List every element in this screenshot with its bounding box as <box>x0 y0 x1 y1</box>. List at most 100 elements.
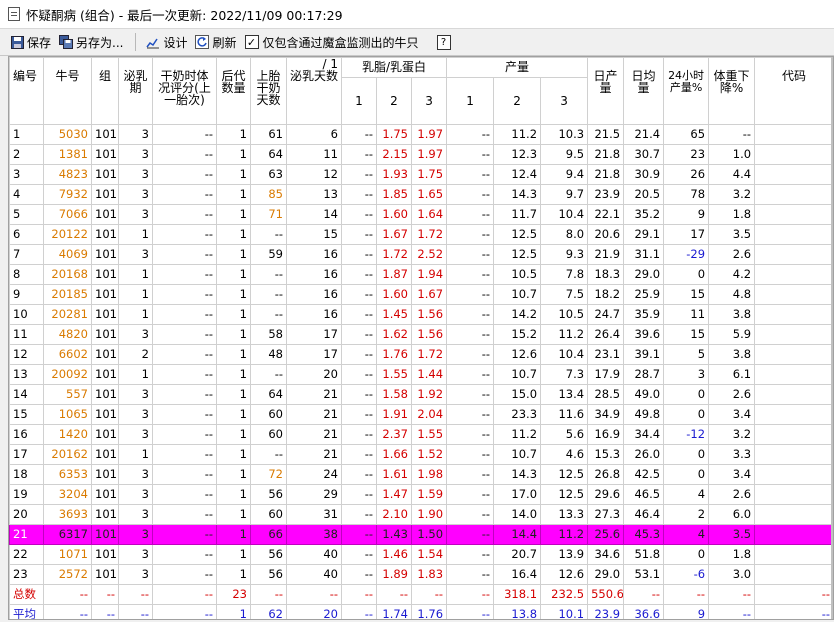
cell-code <box>754 184 833 205</box>
col-header-fp-1[interactable]: 1 <box>341 76 377 126</box>
cell-dry-days: 72 <box>250 464 287 485</box>
design-button[interactable]: 设计 <box>146 34 187 51</box>
table-row[interactable]: 8 20168 101 1 -- 1 -- 16 -- 1.87 1.94 -- 10.5 7.8 18.3… <box>9 264 833 285</box>
cell-yield24: 0 <box>663 384 710 405</box>
col-header-id[interactable]: 编号 <box>9 57 44 125</box>
save-button[interactable]: 保存 <box>10 34 51 51</box>
col-header-offspring[interactable]: 后代数量 <box>216 57 251 125</box>
cell-daily-yield: 34.9 <box>587 404 625 425</box>
cell-dim: 11 <box>286 144 342 165</box>
table-row[interactable]: 2 1381 101 3 -- 1 64 11 -- 2.15 1.97 -- 12.3 9.5 21.8 3… <box>9 144 833 165</box>
cell-id: 11 <box>9 324 44 345</box>
cell-group: 101 <box>91 264 119 285</box>
cell-cow: 3204 <box>43 484 92 505</box>
table-row[interactable]: 7 4069 101 3 -- 1 59 16 -- 1.72 2.52 -- 12.5 9.3 21.9 3… <box>9 244 833 265</box>
cell-offspring: 1 <box>216 244 251 265</box>
cell-offspring: 1 <box>216 464 251 485</box>
table-row[interactable]: 21 6317 101 3 -- 1 66 38 -- 1.43 1.50 -- 14.4 11.2 25.… <box>9 524 833 545</box>
cell-weight-drop: 3.8 <box>708 344 756 365</box>
col-header-yield24[interactable]: 24小时产量% <box>663 57 710 125</box>
cell-weight-drop: 4.2 <box>708 264 756 285</box>
cell-code <box>754 544 833 565</box>
table-row[interactable]: 18 6353 101 3 -- 1 72 24 -- 1.61 1.98 -- 14.3 12.5 26.… <box>9 464 833 485</box>
filter-checkbox[interactable]: ✓ 仅包含通过魔盒监测出的牛只 <box>244 34 419 51</box>
cell-yield24: 0 <box>663 464 710 485</box>
table-row[interactable]: 13 20092 101 1 -- 1 -- 20 -- 1.55 1.44 -- 10.7 7.3 17.… <box>9 364 833 385</box>
col-header-dim[interactable]: / 1 泌乳天数 <box>286 57 342 125</box>
col-header-group[interactable]: 组 <box>91 57 119 125</box>
average-row[interactable]: 平均 -- -- -- -- 1 62 20 -- 1.74 1.76 -- 13.8 10.1 23.9 3… <box>9 604 833 619</box>
col-header-cow[interactable]: 牛号 <box>43 57 92 125</box>
cell-dry-score: -- <box>152 384 217 405</box>
table-row[interactable]: 5 7066 101 3 -- 1 71 14 -- 1.60 1.64 -- 11.7 10.4 22.1… <box>9 204 833 225</box>
col-header-lactation[interactable]: 泌乳期 <box>118 57 153 125</box>
col-header-dry-score[interactable]: 干奶时体况评分(上一胎次) <box>152 57 217 125</box>
table-row[interactable]: 1 5030 101 3 -- 1 61 6 -- 1.75 1.97 -- 11.2 10.3 21.5 2… <box>9 124 833 145</box>
table-row[interactable]: 12 6602 101 2 -- 1 48 17 -- 1.76 1.72 -- 12.6 10.4 23.… <box>9 344 833 365</box>
table-row[interactable]: 16 1420 101 3 -- 1 60 21 -- 2.37 1.55 -- 11.2 5.6 16.9… <box>9 424 833 445</box>
cell-weight-drop: -- <box>708 584 756 605</box>
cell-yield-1: -- <box>446 344 495 365</box>
col-header-yield[interactable]: 产量 <box>446 57 589 78</box>
table-row[interactable]: 23 2572 101 3 -- 1 56 40 -- 1.89 1.83 -- 16.4 12.6 29.… <box>9 564 833 585</box>
table-row[interactable]: 3 4823 101 3 -- 1 63 12 -- 1.93 1.75 -- 12.4 9.4 21.8 3… <box>9 164 833 185</box>
table-row[interactable]: 9 20185 101 1 -- 1 -- 16 -- 1.60 1.67 -- 10.7 7.5 18.2… <box>9 284 833 305</box>
cell-cow: 1065 <box>43 404 92 425</box>
total-row[interactable]: 总数 -- -- -- -- 23 -- -- -- -- -- -- 318.1 232.5 550.6-… <box>9 584 833 605</box>
col-header-code[interactable]: 代码 <box>754 57 833 125</box>
cell-cow: 4823 <box>43 164 92 185</box>
cell-fp-2: 1.89 <box>376 564 412 585</box>
col-header-fp-3[interactable]: 3 <box>410 76 448 126</box>
toolbar: 保存 另存为... 设计 刷新 ✓ 仅包含通过魔盒监测出的牛只 ? <box>0 29 834 56</box>
col-header-yield-2[interactable]: 2 <box>493 76 542 126</box>
col-header-yield-1[interactable]: 1 <box>446 76 495 126</box>
table-row[interactable]: 19 3204 101 3 -- 1 56 29 -- 1.47 1.59 -- 17.0 12.5 29.… <box>9 484 833 505</box>
cell-group: 101 <box>91 324 119 345</box>
refresh-button[interactable]: 刷新 <box>195 34 237 51</box>
cell-group: 101 <box>91 244 119 265</box>
cell-group: 101 <box>91 204 119 225</box>
cell-dry-days: 56 <box>250 484 287 505</box>
col-header-daily-avg[interactable]: 日均量 <box>623 57 665 125</box>
table-row[interactable]: 14 557 101 3 -- 1 64 21 -- 1.58 1.92 -- 15.0 13.4 28.5… <box>9 384 833 405</box>
col-header-daily-yield[interactable]: 日产量 <box>587 57 625 125</box>
table-row[interactable]: 20 3693 101 3 -- 1 60 31 -- 2.10 1.90 -- 14.0 13.3 27.… <box>9 504 833 525</box>
cell-offspring: 1 <box>216 324 251 345</box>
cell-id: 21 <box>9 524 44 545</box>
col-header-fat-protein[interactable]: 乳脂/乳蛋白 <box>340 57 448 78</box>
help-icon[interactable]: ? <box>436 34 451 50</box>
table-row[interactable]: 17 20162 101 1 -- 1 -- 21 -- 1.66 1.52 -- 10.7 4.6 15.… <box>9 444 833 465</box>
col-header-yield-3[interactable]: 3 <box>540 76 589 126</box>
cell-yield-2: 11.2 <box>493 124 542 145</box>
col-header-dry-days[interactable]: 上胎干奶天数 <box>250 57 287 125</box>
save-as-button[interactable]: 另存为... <box>59 34 123 51</box>
cell-daily-yield: 21.9 <box>587 244 625 265</box>
cell-yield-3: 13.3 <box>540 504 589 525</box>
cell-daily-avg: 45.3 <box>623 524 665 545</box>
table-row[interactable]: 10 20281 101 1 -- 1 -- 16 -- 1.45 1.56 -- 14.2 10.5 24… <box>9 304 833 325</box>
cell-daily-avg: 39.6 <box>623 324 665 345</box>
cell-lactation: 1 <box>118 364 153 385</box>
table-row[interactable]: 6 20122 101 1 -- 1 -- 15 -- 1.67 1.72 -- 12.5 8.0 20.6… <box>9 224 833 245</box>
data-grid[interactable]: 编号 牛号 组 泌乳期 干奶时体况评分(上一胎次) 后代数量 上胎干奶天数 / … <box>8 56 834 620</box>
cell-code <box>754 444 833 465</box>
cell-cow: 7066 <box>43 204 92 225</box>
col-header-fp-2[interactable]: 2 <box>376 76 412 126</box>
table-row[interactable]: 22 1071 101 3 -- 1 56 40 -- 1.46 1.54 -- 20.7 13.9 34.… <box>9 544 833 565</box>
cell-yield-2: 17.0 <box>493 484 542 505</box>
table-row[interactable]: 15 1065 101 3 -- 1 60 21 -- 1.91 2.04 -- 23.3 11.6 34.… <box>9 404 833 425</box>
col-header-weight-drop[interactable]: 体重下降% <box>708 57 756 125</box>
cell-group: -- <box>91 604 119 619</box>
cell-dry-score: -- <box>152 204 217 225</box>
save-as-icon <box>59 35 74 49</box>
table-row[interactable]: 11 4820 101 3 -- 1 58 17 -- 1.62 1.56 -- 15.2 11.2 26.… <box>9 324 833 345</box>
cell-yield24: 2 <box>663 504 710 525</box>
table-row[interactable]: 4 7932 101 3 -- 1 85 13 -- 1.85 1.65 -- 14.3 9.7 23.9 2… <box>9 184 833 205</box>
cell-weight-drop: 1.0 <box>708 144 756 165</box>
design-label: 设计 <box>163 35 188 50</box>
cell-code <box>754 344 833 365</box>
cell-yield-1: -- <box>446 384 495 405</box>
cell-fp-2: 1.66 <box>376 444 412 465</box>
cell-fp-2: 1.93 <box>376 164 412 185</box>
cell-weight-drop: 6.0 <box>708 504 756 525</box>
